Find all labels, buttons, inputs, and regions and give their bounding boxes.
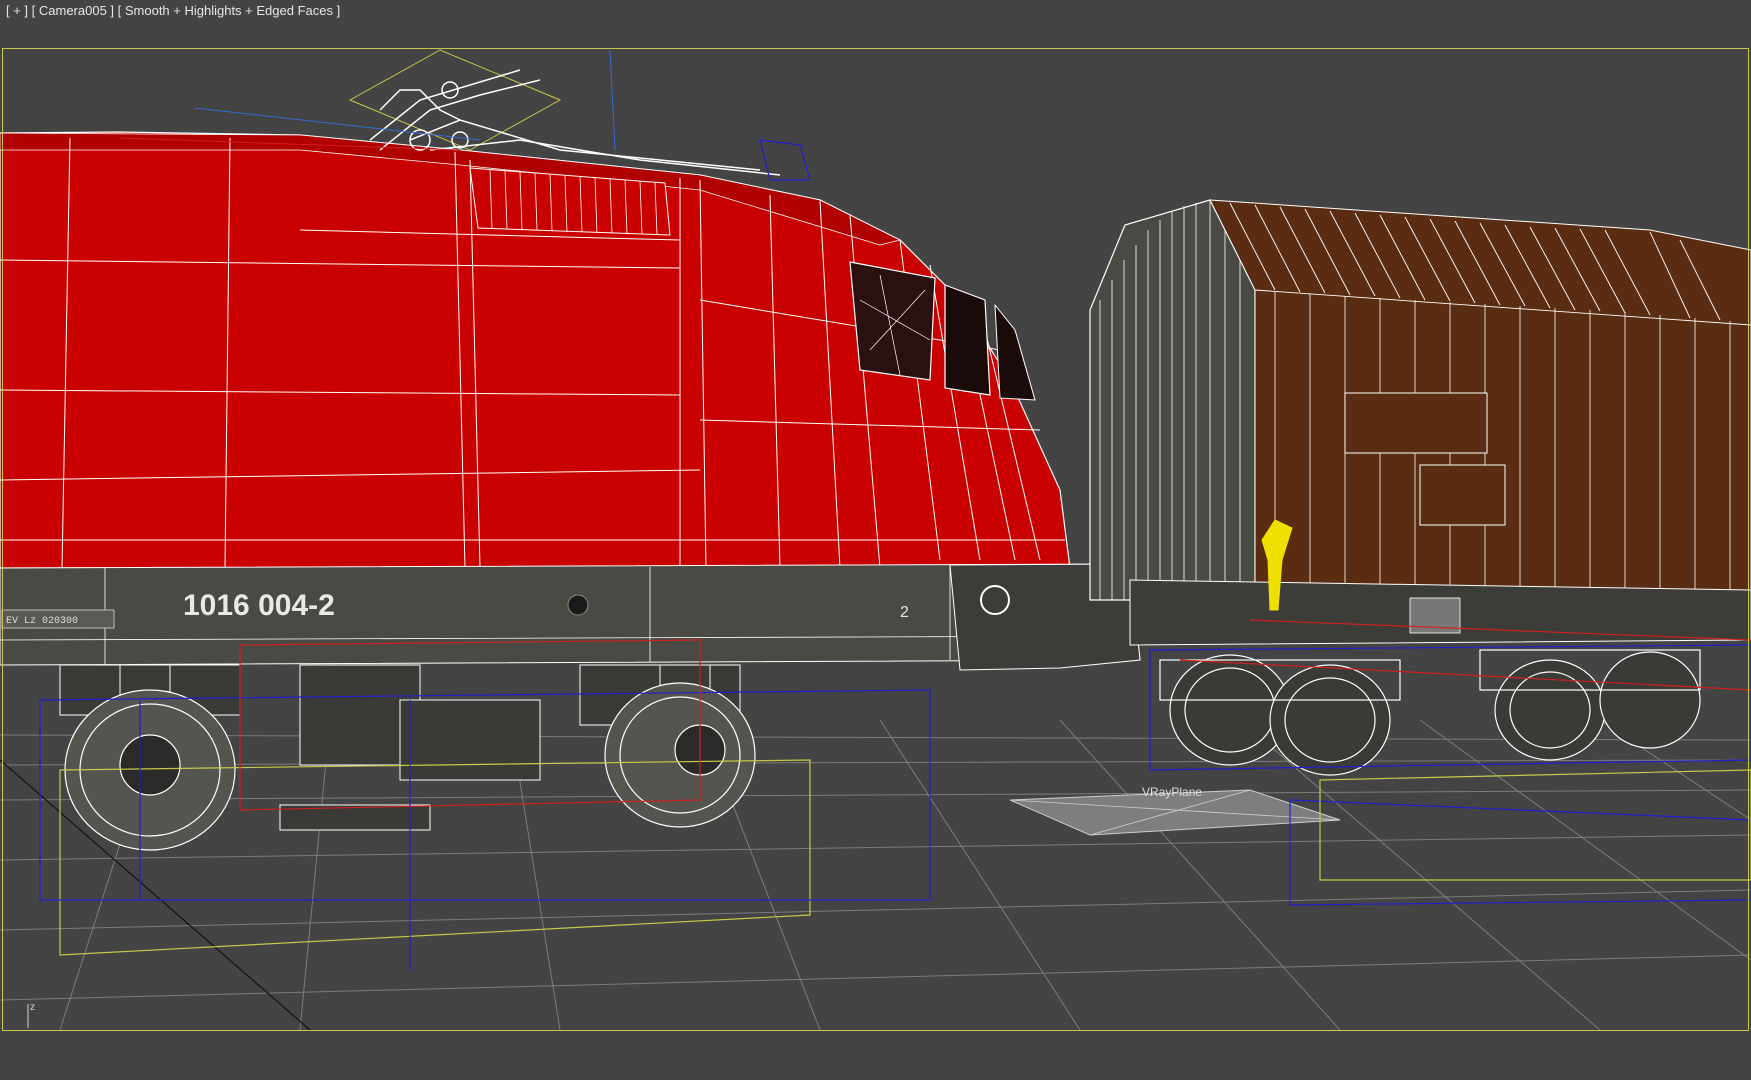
locomotive-small-number: 2	[900, 604, 909, 621]
locomotive-number: 1016 004-2	[183, 589, 335, 622]
wagon-end-face	[1089, 199, 1256, 601]
svg-text:z: z	[30, 1002, 35, 1013]
vrayplane-label: VRayPlane	[1142, 785, 1202, 799]
ground-grid	[0, 719, 1751, 1031]
locomotive-model[interactable]: 1016 004-2 2 EV Lz 020300	[0, 49, 1141, 970]
locomotive-info-plate-text: EV Lz 020300	[6, 616, 78, 627]
wagon-placard-upper	[1344, 392, 1488, 454]
wagon-bogies[interactable]	[1159, 649, 1701, 776]
scene-render[interactable]: VRayPlane 1016 004-2 2 EV Lz 020300	[0, 0, 1751, 1080]
viewport-camera005[interactable]: [ + ] [ Camera005 ] [ Smooth + Highlight…	[0, 0, 1751, 1080]
axis-tripod-icon: z	[27, 1002, 35, 1028]
wagon-placard-lower	[1419, 464, 1506, 526]
viewport-label-menu[interactable]: [ + ] [ Camera005 ] [ Smooth + Highlight…	[6, 3, 340, 18]
